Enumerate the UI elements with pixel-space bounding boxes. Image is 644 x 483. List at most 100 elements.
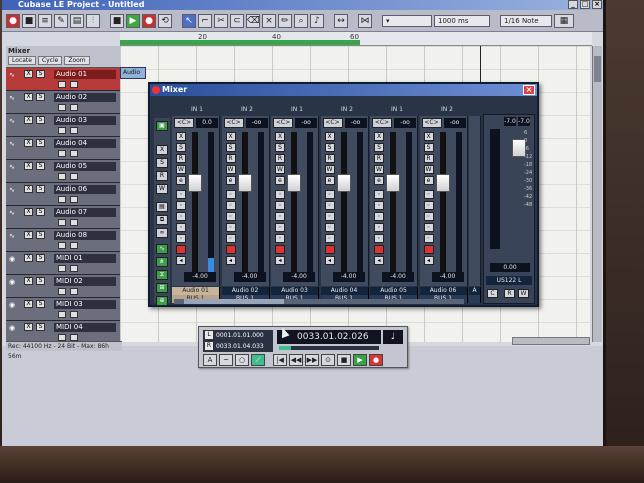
strip-button-e[interactable]: e (275, 176, 285, 185)
record-enable-icon[interactable] (324, 245, 335, 254)
insert-slot-icon[interactable]: ◦ (176, 212, 186, 221)
snap-icon[interactable]: ⋈ (358, 13, 372, 28)
track-name[interactable]: Audio 05 (54, 162, 116, 171)
mute-button[interactable]: X (24, 116, 33, 124)
monitor-button[interactable] (70, 288, 78, 295)
insert-slot-icon[interactable]: ◦ (423, 201, 434, 210)
channel-input-label[interactable]: IN 2 (422, 100, 472, 114)
insert-slot-icon[interactable]: ◦ (423, 190, 434, 199)
mute-button[interactable]: X (24, 139, 33, 147)
insert-slot-icon[interactable]: ◦ (324, 223, 335, 232)
insert-slot-icon[interactable]: ◦ (176, 223, 186, 232)
mixer-view-icon[interactable]: ▤ (156, 202, 168, 212)
audio-part[interactable]: Audio (120, 67, 146, 79)
insert-slot-icon[interactable]: ◦ (176, 201, 186, 210)
mute-tool-icon[interactable]: × (262, 13, 276, 28)
channel-name[interactable]: Audio 02 (221, 287, 270, 295)
fader-track[interactable] (439, 132, 446, 272)
solo-button[interactable]: S (36, 254, 45, 262)
channel-name[interactable]: Audio 05 (370, 287, 418, 295)
channel-input-label[interactable]: IN 1 (172, 100, 222, 114)
zoom-button[interactable]: Zoom (64, 56, 90, 65)
monitor-button[interactable] (70, 311, 78, 318)
close-button[interactable]: × (592, 0, 602, 9)
monitor-button[interactable] (70, 334, 78, 341)
record-enable-button[interactable] (58, 311, 66, 318)
pan-control[interactable]: <C> (223, 118, 244, 128)
forward-icon[interactable]: ▶▶ (305, 354, 319, 366)
strip-button-x[interactable]: X (324, 132, 335, 141)
record-enable-button[interactable] (58, 242, 66, 249)
strip-button-s[interactable]: S (423, 143, 434, 152)
monitor-button[interactable] (70, 196, 78, 203)
fader-track[interactable] (291, 132, 297, 272)
strip-button-s[interactable]: S (374, 143, 384, 152)
strip-button-e[interactable]: e (324, 176, 335, 185)
mute-button[interactable]: X (24, 323, 33, 331)
horizontal-scrollbar[interactable] (512, 337, 590, 345)
insert-slot-icon[interactable]: ◦ (324, 212, 335, 221)
strip-button-w[interactable]: W (374, 165, 384, 174)
strip-button-r[interactable]: R (374, 154, 384, 163)
position-slider[interactable] (279, 346, 379, 350)
mute-button[interactable]: X (24, 277, 33, 285)
track-name[interactable]: Audio 01 (54, 70, 116, 79)
record-transport-icon[interactable]: ● (369, 354, 383, 366)
track-name[interactable]: Audio 04 (54, 139, 116, 148)
channel-input-label[interactable]: IN 2 (322, 100, 372, 114)
cycle-transport-icon[interactable]: ⟋ (251, 354, 265, 366)
track-name[interactable]: Audio 02 (54, 93, 116, 102)
insert-slot-icon[interactable]: ◦ (275, 201, 285, 210)
strip-button-s[interactable]: S (176, 143, 186, 152)
locate-button[interactable]: Locate (8, 56, 36, 65)
solo-button[interactable]: S (36, 300, 45, 308)
monitor-icon[interactable]: ◂ (374, 256, 384, 265)
monitor-button[interactable] (70, 242, 78, 249)
record-enable-button[interactable] (58, 173, 66, 180)
insert-slot-icon[interactable]: ◦ (225, 212, 236, 221)
pan-control[interactable]: <C> (372, 118, 392, 128)
mixer-scroll-thumb[interactable] (184, 299, 284, 304)
scroll-thumb[interactable] (594, 56, 601, 82)
monitor-button[interactable] (70, 173, 78, 180)
volume-fader[interactable] (237, 174, 252, 192)
left-locator-row[interactable]: L 0001.01.01.000 (203, 330, 273, 341)
mute-button[interactable]: X (24, 162, 33, 170)
strip-button-w[interactable]: W (176, 165, 186, 174)
fader-track[interactable] (241, 132, 248, 272)
channel-input-label[interactable]: IN 2 (222, 100, 272, 114)
auto-quantize-icon[interactable]: A (203, 354, 217, 366)
mixer-mute-all-button[interactable]: X (156, 145, 168, 155)
mixer-group-filter-icon[interactable]: ⋔ (156, 257, 168, 267)
solo-button[interactable]: S (36, 139, 45, 147)
track-row[interactable]: ∿ X S Audio 06 (6, 183, 120, 206)
strip-button-x[interactable]: X (423, 132, 434, 141)
record-icon[interactable]: ● (142, 13, 156, 28)
monitor-icon[interactable]: ■ (22, 13, 36, 28)
insert-slot-icon[interactable]: ◦ (225, 234, 236, 243)
track-row[interactable]: ◉ X S MIDI 01 (6, 252, 120, 275)
pan-control[interactable]: <C> (322, 118, 343, 128)
strip-button-x[interactable]: X (275, 132, 285, 141)
record-enable-button[interactable] (58, 104, 66, 111)
insert-slot-icon[interactable]: ◦ (324, 190, 335, 199)
insert-slot-icon[interactable]: ◦ (275, 223, 285, 232)
channel-name[interactable]: Audio 06 (419, 287, 468, 295)
master-c-button[interactable]: C (487, 289, 498, 298)
strip-button-r[interactable]: R (423, 154, 434, 163)
insert-slot-icon[interactable]: ◦ (423, 223, 434, 232)
cycle-record-icon[interactable]: ○ (235, 354, 249, 366)
channel-name[interactable]: Audio 04 (320, 287, 369, 295)
strip-button-s[interactable]: S (225, 143, 236, 152)
mixer-midi-filter-icon[interactable]: ⊞ (156, 283, 168, 293)
volume-fader[interactable] (188, 174, 202, 192)
cycle-icon[interactable]: ⟲ (158, 13, 172, 28)
strip-button-w[interactable]: W (275, 165, 285, 174)
autoscroll-icon[interactable]: ↔ (334, 13, 348, 28)
solo-button[interactable]: S (36, 116, 45, 124)
mixer-icon[interactable]: ⫶ (86, 13, 100, 28)
cycle-button[interactable]: Cycle (37, 56, 63, 65)
track-name[interactable]: MIDI 01 (54, 254, 116, 263)
mute-button[interactable]: X (24, 254, 33, 262)
punch-in-icon[interactable]: ~ (219, 354, 233, 366)
